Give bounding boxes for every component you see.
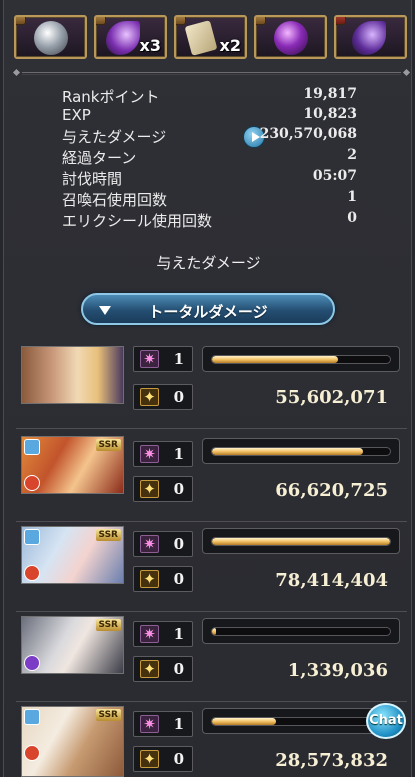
charge-attack-badge: ✦ 0 [133,746,193,772]
chest-icon [256,17,266,25]
ornament-divider [12,68,411,77]
ssr-badge: SSR [95,619,121,631]
charge-attack-icon: ✦ [140,480,159,498]
sparkle-icon: ✷ [140,625,159,643]
skill-count-badge: ✷ 1 [133,621,193,647]
reward-item[interactable] [334,15,407,59]
character-portrait[interactable]: SSR [21,706,124,777]
damage-bar [202,618,400,644]
charge-attack-icon: ✦ [140,750,159,768]
chat-button[interactable]: Chat [366,703,406,739]
ssr-badge: SSR [95,529,121,541]
ring-icon [24,439,40,455]
stat-elapsed-turns: 経過ターン 2 [62,147,357,167]
chest-icon [176,17,186,25]
reward-count: x2 [219,36,241,55]
stat-battle-time: 討伐時間 05:07 [62,168,357,188]
stat-summon-uses: 召喚石使用回数 1 [62,189,357,209]
sparkle-icon: ✷ [140,535,159,553]
skill-count-badge: ✷ 1 [133,441,193,467]
stat-damage-dealt: 与えたダメージ 230,570,068 [62,126,357,148]
reward-count: x3 [139,36,161,55]
ring-icon [24,529,40,545]
charge-attack-badge: ✦ 0 [133,656,193,682]
ring-icon [24,709,40,725]
charge-attack-icon: ✦ [140,388,159,406]
charge-attack-icon: ✦ [140,660,159,678]
character-row: SSR ✷ 1 ✦ 0 28,573,832 [21,706,402,777]
chest-icon [96,17,106,25]
dark-element-icon [24,655,40,671]
charge-attack-badge: ✦ 0 [133,566,193,592]
damage-bar [202,528,400,554]
charge-attack-badge: ✦ 0 [133,476,193,502]
ssr-badge: SSR [95,439,121,451]
sparkle-icon: ✷ [140,350,159,368]
sparkle-icon: ✷ [140,715,159,733]
reward-item[interactable]: x3 [94,15,167,59]
dropdown-label: トータルダメージ [148,303,268,321]
crescent-gem-icon [352,21,386,55]
fire-element-icon [24,745,40,761]
section-title: 与えたダメージ [4,246,413,278]
character-portrait[interactable]: SSR [21,436,124,494]
crescent-gem-icon [106,21,140,55]
damage-value: 28,573,832 [275,750,388,771]
paper-scroll-icon [184,20,218,56]
character-portrait[interactable]: SSR [21,616,124,674]
damage-value: 55,602,071 [275,387,388,408]
skill-count-badge: ✷ 0 [133,531,193,557]
chest-icon [336,17,346,25]
stat-exp: EXP 10,823 [62,106,357,124]
damage-bar-fill [212,628,216,635]
reward-item[interactable] [254,15,327,59]
silver-orb-icon [34,21,68,55]
dark-orb-icon [274,21,308,55]
character-portrait[interactable]: SSR [21,526,124,584]
character-row: SSR ✷ 1 ✦ 0 1,339,036 [16,616,407,702]
skill-count-badge: ✷ 1 [133,346,193,372]
ssr-badge: SSR [95,709,121,721]
total-damage-dropdown[interactable]: トータルダメージ [81,293,335,325]
battle-result-panel: x3 x2 Rankポイント 19,817 EXP 10,823 与えたダメージ [3,0,412,777]
character-portrait[interactable] [21,346,124,404]
damage-bar-fill [212,448,364,455]
reward-list: x3 x2 [14,15,409,59]
damage-value: 78,414,404 [275,570,388,591]
character-row: ✷ 1 ✦ 0 55,602,071 [16,346,407,429]
stat-elixir-uses: エリクシール使用回数 0 [62,210,357,230]
charge-attack-badge: ✦ 0 [133,384,193,410]
skill-count-badge: ✷ 1 [133,711,193,737]
reward-item[interactable] [14,15,87,59]
character-row: SSR ✷ 0 ✦ 0 78,414,404 [16,526,407,612]
damage-bar-fill [212,718,277,725]
damage-value: 1,339,036 [287,660,388,681]
sparkle-icon: ✷ [140,445,159,463]
fire-element-icon [24,475,40,491]
stat-rank-points: Rankポイント 19,817 [62,86,357,106]
chest-icon [16,17,26,25]
damage-value: 66,620,725 [275,480,388,501]
character-row: SSR ✷ 1 ✦ 0 66,620,725 [16,436,407,522]
reward-item[interactable]: x2 [174,15,247,59]
damage-bar [202,438,400,464]
damage-bar-fill [212,538,390,545]
damage-bar [202,346,400,372]
fire-element-icon [24,565,40,581]
charge-attack-icon: ✦ [140,570,159,588]
damage-bar-fill [212,356,339,363]
